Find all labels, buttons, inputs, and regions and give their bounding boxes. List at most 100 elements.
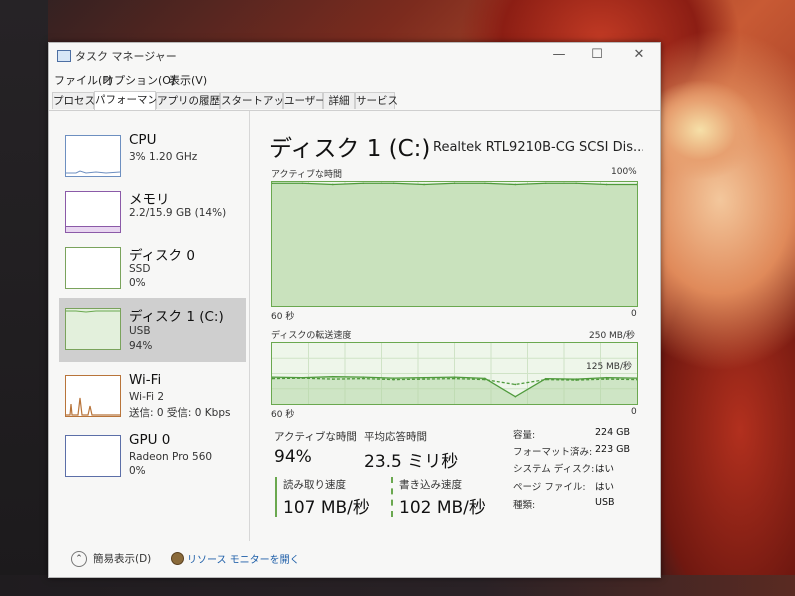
data-point [575, 379, 577, 381]
menu-view[interactable]: 表示(V) [169, 72, 207, 88]
data-point [544, 378, 547, 381]
chevron-up-icon[interactable]: ⌃ [71, 551, 87, 567]
data-point [453, 377, 456, 380]
tab-performance[interactable]: パフォーマンス [94, 91, 168, 110]
data-point [392, 182, 395, 185]
sidebar-item-label: Wi-Fi [129, 372, 162, 388]
monitor-bezel-left [0, 0, 48, 596]
menu-options[interactable]: オプション(O) [103, 72, 175, 88]
disk0-mini-graph [65, 247, 121, 289]
data-point [575, 182, 577, 185]
memory-mini-graph [65, 191, 121, 233]
sidebar-item-detail: Wi-Fi 2 [129, 391, 165, 403]
active-time-value: 94% [274, 447, 312, 467]
sidebar-item-gpu[interactable]: GPU 0 Radeon Pro 560 0% [59, 429, 245, 485]
write-speed-marker [391, 477, 393, 517]
tab-services[interactable]: サービス [355, 92, 398, 109]
sidebar-item-label: メモリ [129, 192, 170, 208]
disk-model: Realtek RTL9210B-CG SCSI Dis... [433, 140, 643, 155]
write-speed-label: 書き込み速度 [399, 479, 462, 491]
gpu-mini-graph [65, 435, 121, 477]
sidebar-item-cpu[interactable]: CPU 3% 1.20 GHz [59, 129, 245, 185]
data-point [423, 376, 425, 379]
sidebar-item-wifi[interactable]: Wi-Fi Wi-Fi 2 送信: 0 受信: 0 Kbps [59, 369, 245, 425]
sidebar-item-memory[interactable]: メモリ 2.2/15.9 GB (14%) [59, 185, 245, 241]
tab-processes[interactable]: プロセス [52, 92, 95, 109]
data-point [362, 376, 365, 378]
data-point [453, 182, 456, 185]
sidebar-item-disk-1[interactable]: ディスク 1 (C:) USB 94% [59, 298, 246, 362]
tab-details[interactable]: 詳細 [323, 92, 355, 109]
graph1-timespan: 60 秒 [271, 312, 295, 322]
data-point [332, 375, 334, 378]
property-formatted-label: フォーマット済み: [513, 447, 593, 458]
graph2-mid: 125 MB/秒 [586, 362, 633, 372]
monitor-bezel-bottom [0, 575, 795, 596]
read-speed-label: 読み取り速度 [283, 479, 346, 491]
open-resource-monitor-link[interactable]: リソース モニターを開く [187, 551, 300, 566]
title-bar[interactable]: タスク マネージャー — ☐ ✕ [49, 43, 660, 69]
data-point [453, 376, 456, 378]
active-time-label: アクティブな時間 [274, 431, 357, 443]
data-point [301, 182, 304, 185]
close-button[interactable]: ✕ [625, 46, 653, 64]
data-point [423, 378, 425, 380]
fewer-details-button[interactable]: 簡易表示(D) [93, 551, 151, 566]
sidebar-item-usage: 0% [129, 277, 146, 289]
window-title: タスク マネージャー [75, 50, 177, 63]
data-point [332, 378, 334, 380]
property-page-file-value: はい [595, 482, 615, 493]
data-point [392, 378, 395, 381]
data-point [605, 378, 608, 380]
data-point [392, 377, 395, 379]
page-title: ディスク 1 (C:) [269, 136, 431, 162]
tab-startup[interactable]: スタートアップ [220, 92, 295, 109]
tab-bar: プロセス パフォーマンス アプリの履歴 スタートアップ ユーザー 詳細 サービス [49, 91, 660, 111]
graph1-max: 100% [611, 167, 637, 177]
sidebar-item-detail: USB [129, 325, 151, 337]
resource-monitor-icon [171, 552, 184, 565]
data-point [362, 377, 365, 380]
graph2-min: 0 [631, 407, 637, 417]
data-point [301, 377, 304, 379]
tab-app-history[interactable]: アプリの履歴 [156, 92, 220, 109]
sidebar-item-usage: 94% [129, 340, 153, 352]
sidebar-item-label: CPU [129, 132, 157, 148]
tab-users[interactable]: ユーザー [283, 92, 326, 109]
read-speed-value: 107 MB/秒 [283, 498, 370, 518]
data-point [514, 383, 517, 386]
disk1-mini-graph [65, 308, 121, 350]
data-point [484, 182, 486, 185]
read-speed-marker [275, 477, 277, 517]
data-point [362, 182, 365, 185]
sidebar-item-disk-0[interactable]: ディスク 0 SSD 0% [59, 241, 245, 297]
graph2-label: ディスクの転送速度 [271, 331, 352, 341]
sidebar-item-usage: 送信: 0 受信: 0 Kbps [129, 407, 231, 419]
sidebar-item-detail: Radeon Pro 560 [129, 451, 213, 463]
maximize-button[interactable]: ☐ [583, 46, 611, 64]
task-manager-icon [57, 50, 71, 62]
cpu-mini-graph [65, 135, 121, 177]
data-point [544, 182, 547, 185]
transfer-rate-graph [271, 342, 638, 405]
graph2-max: 250 MB/秒 [589, 331, 636, 341]
property-capacity-value: 224 GB [595, 427, 631, 438]
sidebar-item-detail: 3% 1.20 GHz [129, 151, 198, 163]
task-manager-window: タスク マネージャー — ☐ ✕ ファイル(F) オプション(O) 表示(V) … [48, 42, 661, 578]
property-page-file-label: ページ ファイル: [513, 482, 586, 493]
property-type-value: USB [595, 497, 615, 508]
sidebar-item-detail: 2.2/15.9 GB (14%) [129, 207, 227, 219]
data-point [605, 183, 608, 186]
series-area [272, 183, 637, 306]
sidebar-item-label: ディスク 1 (C:) [129, 309, 224, 325]
data-point [514, 395, 517, 398]
graph-svg [272, 182, 637, 306]
sidebar-item-label: GPU 0 [129, 432, 171, 448]
sidebar-item-label: ディスク 0 [129, 248, 195, 264]
minimize-button[interactable]: — [545, 46, 573, 64]
property-system-disk-label: システム ディスク: [513, 464, 595, 475]
data-point [605, 376, 608, 379]
property-capacity-label: 容量: [513, 430, 536, 441]
sidebar-item-usage: 0% [129, 465, 146, 477]
graph1-label: アクティブな時間 [271, 170, 343, 180]
